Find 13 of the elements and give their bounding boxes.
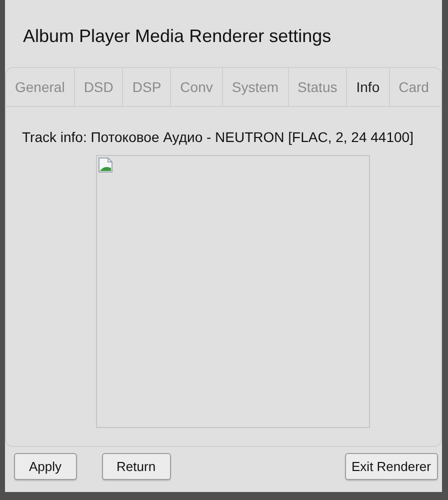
dialog-button[interactable]: Return bbox=[102, 453, 171, 480]
tab[interactable]: DSD bbox=[74, 68, 124, 106]
broken-image-icon bbox=[98, 157, 114, 173]
tab[interactable]: Conv bbox=[171, 68, 223, 106]
tab[interactable]: DSP bbox=[123, 68, 172, 106]
track-info: Track info: Потоковое Аудио - NEUTRON [FLAC, 2, 24 44100] bbox=[22, 129, 414, 145]
tab[interactable]: General bbox=[6, 68, 75, 106]
tab[interactable]: Card bbox=[390, 68, 438, 106]
dialog-button[interactable]: Apply bbox=[14, 453, 77, 480]
tab[interactable]: System bbox=[222, 68, 289, 106]
tab[interactable]: Info bbox=[347, 68, 390, 106]
tab[interactable]: Status bbox=[288, 68, 348, 106]
dialog-button[interactable]: Exit Renderer bbox=[344, 453, 438, 480]
